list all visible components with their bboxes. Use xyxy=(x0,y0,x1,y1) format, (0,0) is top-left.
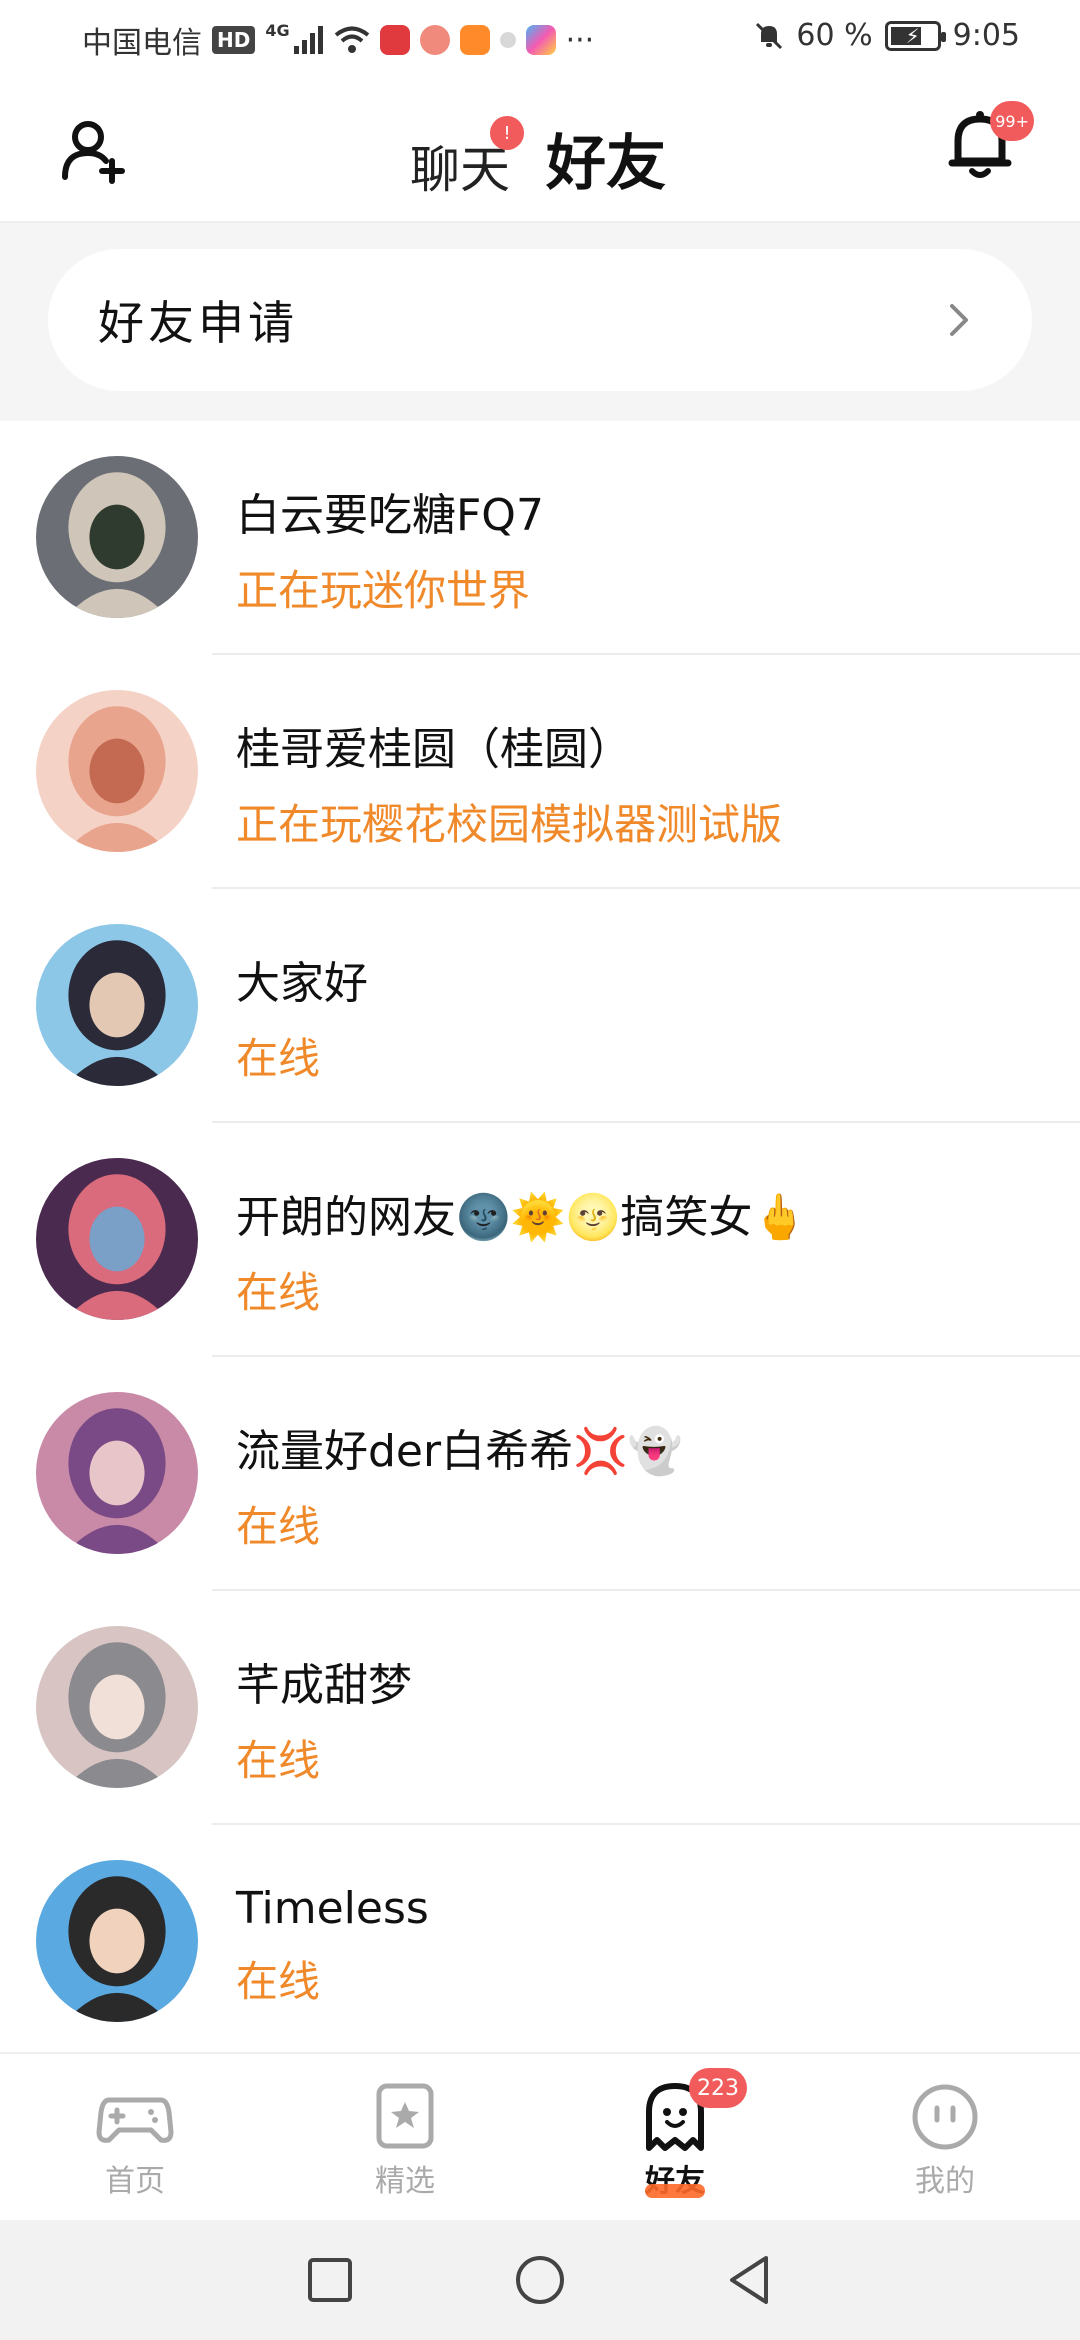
app-notification-icon xyxy=(379,25,410,55)
notification-bell[interactable]: 99+ xyxy=(940,101,1034,185)
nav-home[interactable]: 首页 xyxy=(0,2054,270,2220)
friend-info: 开朗的网友🌚🌞🌝搞笑女🖕 在线 xyxy=(236,1181,807,1320)
friend-info: Timeless 在线 xyxy=(236,1883,429,2009)
friend-name: 白云要吃糖FQ7 xyxy=(236,490,544,541)
recents-square-icon[interactable] xyxy=(300,2250,360,2310)
status-right: 60 % ⚡ 9:05 xyxy=(754,18,1020,53)
friends-nav-badge: 223 xyxy=(689,2068,747,2108)
friend-status: 在线 xyxy=(236,1736,321,1785)
app-notification-icon xyxy=(525,25,556,55)
friend-status: 在线 xyxy=(236,1502,321,1551)
battery-percent: 60 % xyxy=(796,18,873,53)
nav-label: 我的 xyxy=(915,2164,975,2199)
back-triangle-icon[interactable] xyxy=(720,2250,780,2310)
network-type: 4G xyxy=(265,20,290,40)
avatar[interactable] xyxy=(36,456,198,618)
friend-row[interactable]: 流量好der白希希💢👻 在线 xyxy=(0,1357,1080,1591)
friend-request-section: 好友申请 xyxy=(0,223,1080,421)
nav-featured[interactable]: 精选 xyxy=(270,2054,540,2220)
friend-name: 流量好der白希希💢👻 xyxy=(236,1426,683,1477)
avatar[interactable] xyxy=(36,690,198,852)
chat-badge: ! xyxy=(490,116,524,150)
friend-name: 芊成甜梦 xyxy=(236,1660,412,1711)
nav-friends[interactable]: 223 好友 xyxy=(540,2054,810,2220)
wifi-icon xyxy=(334,26,369,53)
hd-badge: HD xyxy=(212,26,256,54)
friend-info: 大家好 在线 xyxy=(236,947,368,1086)
tab-chat[interactable]: 聊天 ! xyxy=(410,116,524,202)
nav-label: 精选 xyxy=(375,2164,435,2199)
tab-friends[interactable]: 好友 xyxy=(546,115,666,242)
star-bookmark-icon xyxy=(376,2083,434,2149)
friend-name: Timeless xyxy=(236,1883,429,1934)
friend-row[interactable]: 桂哥爱桂圆（桂圆） 正在玩樱花校园模拟器测试版 xyxy=(0,655,1080,889)
friend-row[interactable]: 开朗的网友🌚🌞🌝搞笑女🖕 在线 xyxy=(0,1123,1080,1357)
friend-row[interactable]: 白云要吃糖FQ7 正在玩迷你世界 xyxy=(0,421,1080,655)
system-nav-bar xyxy=(0,2220,1080,2340)
add-friend-icon[interactable] xyxy=(60,115,130,185)
friend-info: 芊成甜梦 在线 xyxy=(236,1649,412,1788)
battery-icon: ⚡ xyxy=(884,20,946,51)
status-bar: 中国电信 HD 4G ··· 60 % ⚡ 9:05 xyxy=(0,0,1080,75)
friend-info: 流量好der白希希💢👻 在线 xyxy=(236,1415,683,1554)
bottom-nav: 首页 精选 223 好友 我的 xyxy=(0,2052,1080,2220)
friend-status: 在线 xyxy=(236,1034,321,1083)
friend-status: 在线 xyxy=(236,1957,321,2006)
app-notification-icon xyxy=(499,32,516,48)
mute-bell-icon xyxy=(756,22,783,49)
status-left: 中国电信 HD 4G ··· xyxy=(82,18,594,62)
friend-list: 白云要吃糖FQ7 正在玩迷你世界桂哥爱桂圆（桂圆） 正在玩樱花校园模拟器测试版 大家好… xyxy=(0,421,1080,2059)
more-notifications: ··· xyxy=(565,22,595,58)
friend-name: 大家好 xyxy=(236,958,368,1009)
clock: 9:05 xyxy=(952,18,1020,53)
carrier-label: 中国电信 xyxy=(82,26,202,61)
nav-profile[interactable]: 我的 xyxy=(810,2054,1080,2220)
avatar[interactable] xyxy=(36,1158,198,1320)
friend-status: 在线 xyxy=(236,1268,321,1317)
avatar[interactable] xyxy=(36,1860,198,2022)
bell-badge: 99+ xyxy=(990,101,1034,141)
friend-request-label: 好友申请 xyxy=(98,296,298,350)
friend-row[interactable]: 大家好 在线 xyxy=(0,889,1080,1123)
app-notification-icon xyxy=(459,25,490,55)
friend-request-button[interactable]: 好友申请 xyxy=(48,249,1032,391)
avatar[interactable] xyxy=(36,1392,198,1554)
top-tabs: 聊天 ! 好友 xyxy=(410,115,666,242)
active-nav-indicator xyxy=(645,2184,705,2198)
friend-name: 桂哥爱桂圆（桂圆） xyxy=(236,724,632,775)
signal-icon xyxy=(293,26,323,54)
nav-label: 首页 xyxy=(105,2164,165,2199)
friend-row[interactable]: Timeless 在线 xyxy=(0,1825,1080,2059)
home-circle-icon[interactable] xyxy=(510,2250,570,2310)
app-notification-icon xyxy=(419,25,450,55)
avatar[interactable] xyxy=(36,1626,198,1788)
friend-row[interactable]: 芊成甜梦 在线 xyxy=(0,1591,1080,1825)
gamepad-icon xyxy=(96,2097,174,2143)
chevron-right-icon xyxy=(950,304,968,336)
friend-name: 开朗的网友🌚🌞🌝搞笑女🖕 xyxy=(236,1192,808,1243)
friend-status: 正在玩樱花校园模拟器测试版 xyxy=(236,800,783,849)
friend-info: 桂哥爱桂圆（桂圆） 正在玩樱花校园模拟器测试版 xyxy=(236,713,782,852)
avatar[interactable] xyxy=(36,924,198,1086)
face-icon xyxy=(912,2084,978,2150)
top-header: 聊天 ! 好友 99+ xyxy=(0,75,1080,242)
friend-info: 白云要吃糖FQ7 正在玩迷你世界 xyxy=(236,479,544,618)
friend-status: 正在玩迷你世界 xyxy=(236,566,531,615)
